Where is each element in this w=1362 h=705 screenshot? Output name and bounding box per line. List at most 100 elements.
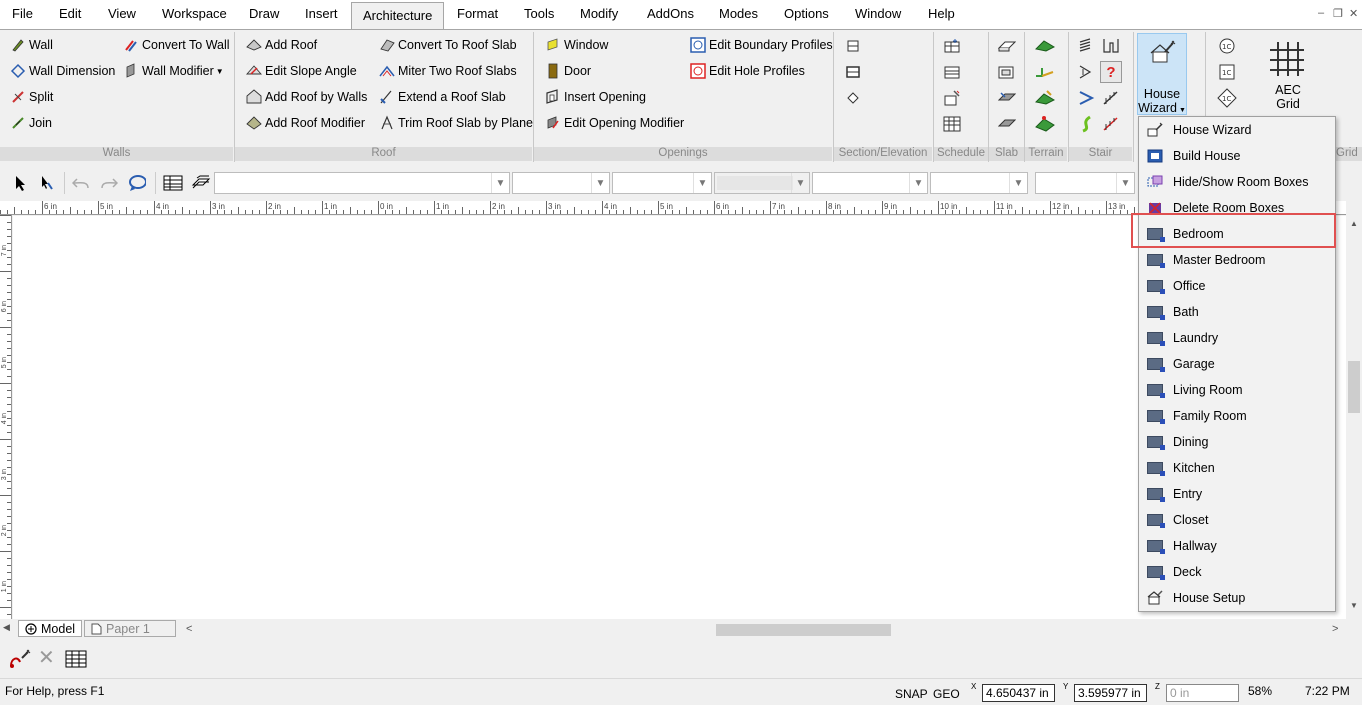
quick-draw-icon[interactable] [8, 648, 32, 670]
menu-architecture[interactable]: Architecture [351, 2, 445, 30]
menu-insert[interactable]: Insert [305, 6, 338, 21]
menu-item-kitchen[interactable]: Kitchen [1139, 455, 1335, 481]
menu-item-living-room[interactable]: Living Room [1139, 377, 1335, 403]
terrain-add-icon[interactable] [1034, 35, 1056, 57]
vertical-scrollbar[interactable]: ▲ ▼ [1346, 201, 1362, 620]
aec-grid-icon[interactable] [1268, 40, 1306, 78]
elevation-icon[interactable] [842, 61, 864, 83]
menu-view[interactable]: View [108, 6, 136, 21]
menu-item-house-setup[interactable]: House Setup [1139, 585, 1335, 611]
chevron-down-icon[interactable]: ▼ [791, 173, 809, 193]
menu-item-hide-show-room-boxes[interactable]: Hide/Show Room Boxes [1139, 169, 1335, 195]
cancel-command-icon[interactable]: ✕ [38, 648, 58, 669]
section-marker-icon[interactable] [842, 87, 864, 109]
menu-item-deck[interactable]: Deck [1139, 559, 1335, 585]
add-roof-modifier-button[interactable]: Add Roof Modifier [246, 113, 365, 133]
undo-icon[interactable] [72, 174, 90, 192]
menu-window[interactable]: Window [855, 6, 901, 21]
edit-opening-modifier-button[interactable]: Edit Opening Modifier [545, 113, 684, 133]
stair-l-shape-icon[interactable] [1076, 61, 1098, 83]
z-coordinate-field[interactable]: 0 in [1166, 684, 1239, 702]
chevron-down-icon[interactable]: ▼ [1116, 173, 1134, 193]
convert-to-wall-button[interactable]: Convert To Wall [123, 35, 230, 55]
convert-to-roof-slab-button[interactable]: Convert To Roof Slab [379, 35, 517, 55]
edit-slope-angle-button[interactable]: Edit Slope Angle [246, 61, 357, 81]
stair-spiral-icon[interactable] [1076, 87, 1098, 109]
grid-bubble-diamond-icon[interactable]: 1C [1216, 87, 1238, 109]
grid-bubble-icon[interactable]: 1C [1216, 35, 1238, 57]
menu-format[interactable]: Format [457, 6, 498, 21]
slab-edit-icon[interactable] [996, 113, 1018, 135]
menu-draw[interactable]: Draw [249, 6, 279, 21]
restore-icon[interactable]: ❐ [1333, 7, 1343, 20]
terrain-edit-icon[interactable] [1034, 87, 1056, 109]
menu-item-dining[interactable]: Dining [1139, 429, 1335, 455]
redo-icon[interactable] [100, 174, 118, 192]
door-button[interactable]: Door [545, 61, 591, 81]
y-coordinate-field[interactable]: 3.595977 in [1074, 684, 1147, 702]
section-icon[interactable] [842, 35, 864, 57]
geo-toggle[interactable]: GEO [933, 687, 960, 701]
minimize-icon[interactable]: – [1318, 7, 1324, 19]
layers-icon[interactable] [190, 174, 212, 192]
edit-boundary-profiles-button[interactable]: Edit Boundary Profiles [690, 35, 833, 55]
edit-hole-profiles-button[interactable]: Edit Hole Profiles [690, 61, 805, 81]
menu-item-house-wizard[interactable]: House Wizard [1139, 117, 1335, 143]
menu-options[interactable]: Options [784, 6, 829, 21]
command-table-icon[interactable] [65, 650, 87, 668]
terrain-grade-icon[interactable] [1034, 61, 1056, 83]
menu-item-hallway[interactable]: Hallway [1139, 533, 1335, 559]
wall-dimension-button[interactable]: Wall Dimension [10, 61, 115, 81]
insert-opening-button[interactable]: Insert Opening [545, 87, 646, 107]
menu-file[interactable]: File [12, 6, 33, 21]
tab-scroll-left-icon[interactable]: ◀ [3, 622, 10, 633]
wall-button[interactable]: Wall [10, 35, 53, 55]
stair-winding-icon[interactable] [1076, 113, 1098, 135]
menu-addons[interactable]: AddOns [647, 6, 694, 21]
chevron-down-icon[interactable]: ▼ [909, 173, 927, 193]
house-wizard-button[interactable]: House Wizard ▼ [1137, 33, 1187, 115]
refresh-icon[interactable] [128, 174, 146, 192]
menu-tools[interactable]: Tools [524, 6, 554, 21]
menu-item-laundry[interactable]: Laundry [1139, 325, 1335, 351]
miter-two-roof-slabs-button[interactable]: Miter Two Roof Slabs [379, 61, 517, 81]
trim-roof-slab-by-plane-button[interactable]: Trim Roof Slab by Plane [379, 113, 533, 133]
stair-straight-icon[interactable] [1076, 35, 1098, 57]
menu-item-bath[interactable]: Bath [1139, 299, 1335, 325]
x-coordinate-field[interactable]: 4.650437 in [982, 684, 1055, 702]
chevron-down-icon[interactable]: ▼ [693, 173, 711, 193]
color-combo[interactable]: ▼ [512, 172, 610, 194]
railing-icon[interactable] [1100, 87, 1122, 109]
scroll-up-icon[interactable]: ▲ [1350, 219, 1358, 228]
menu-item-build-house[interactable]: Build House [1139, 143, 1335, 169]
chevron-down-icon[interactable]: ▼ [591, 173, 609, 193]
select-arrow-icon[interactable] [11, 174, 29, 192]
slab-modify-icon[interactable] [996, 87, 1018, 109]
scroll-left-icon[interactable]: < [186, 623, 192, 635]
chevron-down-icon[interactable]: ▼ [1009, 173, 1027, 193]
slab-add-icon[interactable] [996, 35, 1018, 57]
split-button[interactable]: Split [10, 87, 53, 107]
menu-modify[interactable]: Modify [580, 6, 618, 21]
slab-by-walls-icon[interactable] [996, 61, 1018, 83]
layer-combo[interactable]: ▼ [214, 172, 510, 194]
linetype-combo[interactable]: ▼ [612, 172, 712, 194]
schedule-add-icon[interactable] [941, 35, 963, 57]
extend-a-roof-slab-button[interactable]: Extend a Roof Slab [379, 87, 506, 107]
join-button[interactable]: Join [10, 113, 52, 133]
scroll-down-icon[interactable]: ▼ [1350, 601, 1358, 610]
stair-u-shape-icon[interactable] [1100, 35, 1122, 57]
menu-item-family-room[interactable]: Family Room [1139, 403, 1335, 429]
menu-item-garage[interactable]: Garage [1139, 351, 1335, 377]
chevron-down-icon[interactable]: ▼ [491, 173, 509, 193]
scroll-right-icon[interactable]: > [1332, 623, 1338, 635]
menu-workspace[interactable]: Workspace [162, 6, 227, 21]
menu-help[interactable]: Help [928, 6, 955, 21]
add-roof-button[interactable]: Add Roof [246, 35, 317, 55]
schedule-wizard-icon[interactable] [941, 87, 963, 109]
vertical-scroll-thumb[interactable] [1348, 361, 1360, 413]
lineweight-combo[interactable]: ▼ [714, 172, 810, 194]
menu-item-entry[interactable]: Entry [1139, 481, 1335, 507]
snap-toggle[interactable]: SNAP [895, 687, 928, 701]
menu-item-master-bedroom[interactable]: Master Bedroom [1139, 247, 1335, 273]
